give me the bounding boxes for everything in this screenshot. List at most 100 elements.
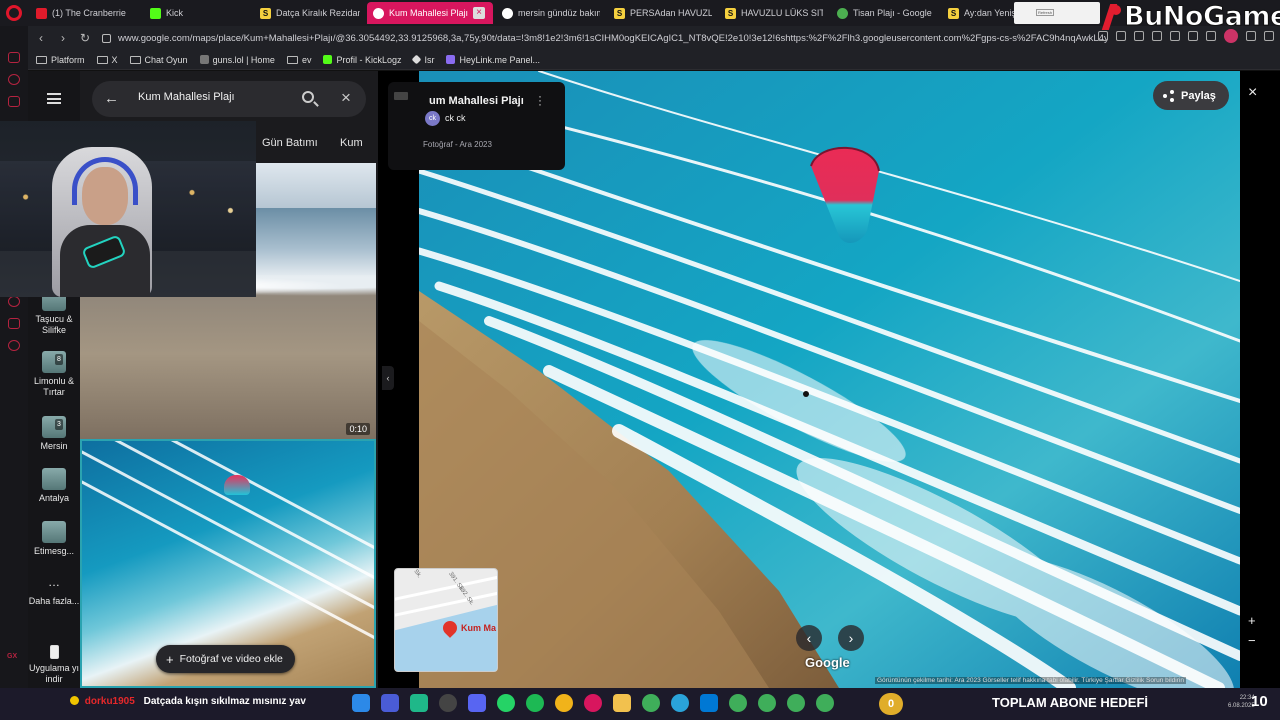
photo-viewer: ‹ um Mahallesi Plajı · · · ck ck ck Foto… [378,71,1280,688]
messenger-icon[interactable] [8,52,20,63]
bookmark-chat-oyun[interactable]: Chat Oyun [129,55,188,65]
tab-tisan[interactable]: Tisan Plajı - Google [831,2,935,24]
tab-label: mersin gündüz bakım [518,8,600,18]
rail-item-antalya[interactable]: Antalya [28,468,80,504]
place-name[interactable]: um Mahallesi Plajı [429,95,524,107]
chrome-icon[interactable] [729,694,747,712]
bookmark-heylink[interactable]: HeyLink.me Panel... [446,55,540,65]
settings-icon[interactable] [8,340,20,351]
share-icon[interactable] [1152,31,1162,41]
rail-item-etimesgut[interactable]: Etimesg... [28,521,80,557]
rail-label: Antalya [38,493,70,503]
tab-havuzlu[interactable]: S HAVUZLU LÜKS SITE [719,2,823,24]
add-photo-button[interactable]: + Fotoğraf ve video ekle [156,645,295,673]
chrome-icon[interactable] [787,694,805,712]
chrome-icon[interactable] [816,694,834,712]
forward-icon[interactable]: › [54,29,72,47]
screen: (1) The Cranberrie Kick S Datça Kiralık … [0,0,1280,720]
zoom-out-button[interactable]: − [1248,631,1256,651]
chrome-icon[interactable] [642,694,660,712]
back-arrow-icon[interactable]: ← [104,90,119,107]
brand-logo-icon [1100,3,1122,29]
opera-gx-icon[interactable] [584,694,602,712]
bookmark-label: ev [301,54,312,65]
search-icon[interactable] [302,91,314,103]
close-tab-icon[interactable]: × [473,7,486,19]
author-avatar[interactable]: ck [425,111,440,126]
discord-icon[interactable] [468,694,486,712]
menu-icon[interactable] [1264,31,1274,41]
spotify-icon[interactable] [526,694,544,712]
whatsapp-icon[interactable] [497,694,515,712]
gx-logo-icon: GX [7,653,18,660]
tab-youtube[interactable]: (1) The Cranberrie [30,2,138,24]
windows-start-icon[interactable] [352,694,370,712]
bookmark-ev[interactable]: ev [286,54,312,65]
gx-control-icon[interactable] [8,96,20,107]
rail-item-mersin[interactable]: 3 Mersin [28,416,80,452]
bitwarden-icon[interactable] [381,694,399,712]
steam-icon[interactable] [439,694,457,712]
camera-icon[interactable] [1116,31,1126,41]
zoom-in-button[interactable]: + [1248,611,1256,631]
rail-item-limonlu[interactable]: 8 Limonlu & Tırtar [28,351,80,398]
chip-sunset[interactable]: Gün Batımı [262,137,318,149]
url-field[interactable]: www.google.com/maps/place/Kum+Mahallesi+… [118,33,1108,44]
heart-icon[interactable] [1188,31,1198,41]
tab-persadan[interactable]: S PERSAdan HAVUZLU [608,2,712,24]
close-viewer-icon[interactable]: × [1248,84,1257,102]
bookmark-platform[interactable]: Platform [36,55,85,65]
outlook-icon[interactable] [700,694,718,712]
extensions-icon[interactable] [1206,31,1216,41]
search-box: ← × [92,81,366,117]
bookmark-label: X [111,54,118,65]
tab-label: Tisan Plajı - Google [853,8,932,18]
search-icon[interactable] [1098,31,1108,41]
play-icon[interactable] [1170,31,1180,41]
tab-aydan[interactable]: S Ay:dan Yenişe [942,2,1014,24]
mini-map[interactable]: 391. Sk. 392. Sk. Sk. Kum Ma [394,568,498,672]
author-name[interactable]: ck ck [445,113,466,123]
rail-item-more[interactable]: … Daha fazla... [28,576,80,607]
next-photo-button[interactable]: › [838,625,864,651]
bookmark-x[interactable]: X [96,54,118,65]
reload-icon[interactable]: ↻ [76,29,94,47]
bookmark-guns-lol[interactable]: guns.lol | Home [199,55,275,65]
bookmark-kicklogz[interactable]: Profil - KickLogz [323,55,401,65]
clear-search-icon[interactable]: × [341,88,351,108]
tab-mersin[interactable]: mersin gündüz bakım [496,2,600,24]
app-icon[interactable] [410,694,428,712]
file-explorer-icon[interactable] [613,694,631,712]
rail-item-get-app[interactable]: Uygulama yı indir [28,645,80,685]
search-input[interactable] [138,91,288,103]
bookmark-isr[interactable]: Isr [412,54,434,65]
thumbnail-icon [394,92,408,100]
photo-meta: Fotoğraf - Ara 2023 [423,140,492,149]
collapse-panel-icon[interactable]: ‹ [382,366,394,390]
bookmark-icon[interactable] [1134,31,1144,41]
sahibinden-icon: S [614,7,625,19]
back-icon[interactable]: ‹ [32,29,50,47]
taskbar-icons [352,694,834,712]
clock-icon[interactable] [8,296,20,307]
download-icon[interactable] [1246,31,1256,41]
diamond-icon [412,54,422,65]
chip-sand[interactable]: Kum [340,137,363,149]
tab-strip: (1) The Cranberrie Kick S Datça Kiralık … [0,0,1280,26]
tab-kum-mahallesi[interactable]: Kum Mahallesi Plajı × [367,2,493,24]
opera-logo-icon[interactable] [6,5,22,21]
previous-photo-button[interactable]: ‹ [796,625,822,651]
tab-datca[interactable]: S Datça Kiralık Rezidan [254,2,360,24]
sahibinden-icon: S [948,7,959,19]
more-options-icon[interactable]: · · · [538,90,544,110]
tab-label: Ay:dan Yenişe [964,8,1014,18]
history-icon[interactable] [8,74,20,85]
chrome-icon[interactable] [758,694,776,712]
telegram-icon[interactable] [671,694,689,712]
attribution-text: Görüntünün çekilme tarihi: Ara 2023 Görs… [875,677,1186,684]
extensions-icon[interactable] [8,318,20,329]
share-button[interactable]: Paylaş [1153,81,1229,110]
chrome-icon[interactable] [555,694,573,712]
menu-icon[interactable] [47,93,61,104]
tab-kick[interactable]: Kick [144,2,248,24]
